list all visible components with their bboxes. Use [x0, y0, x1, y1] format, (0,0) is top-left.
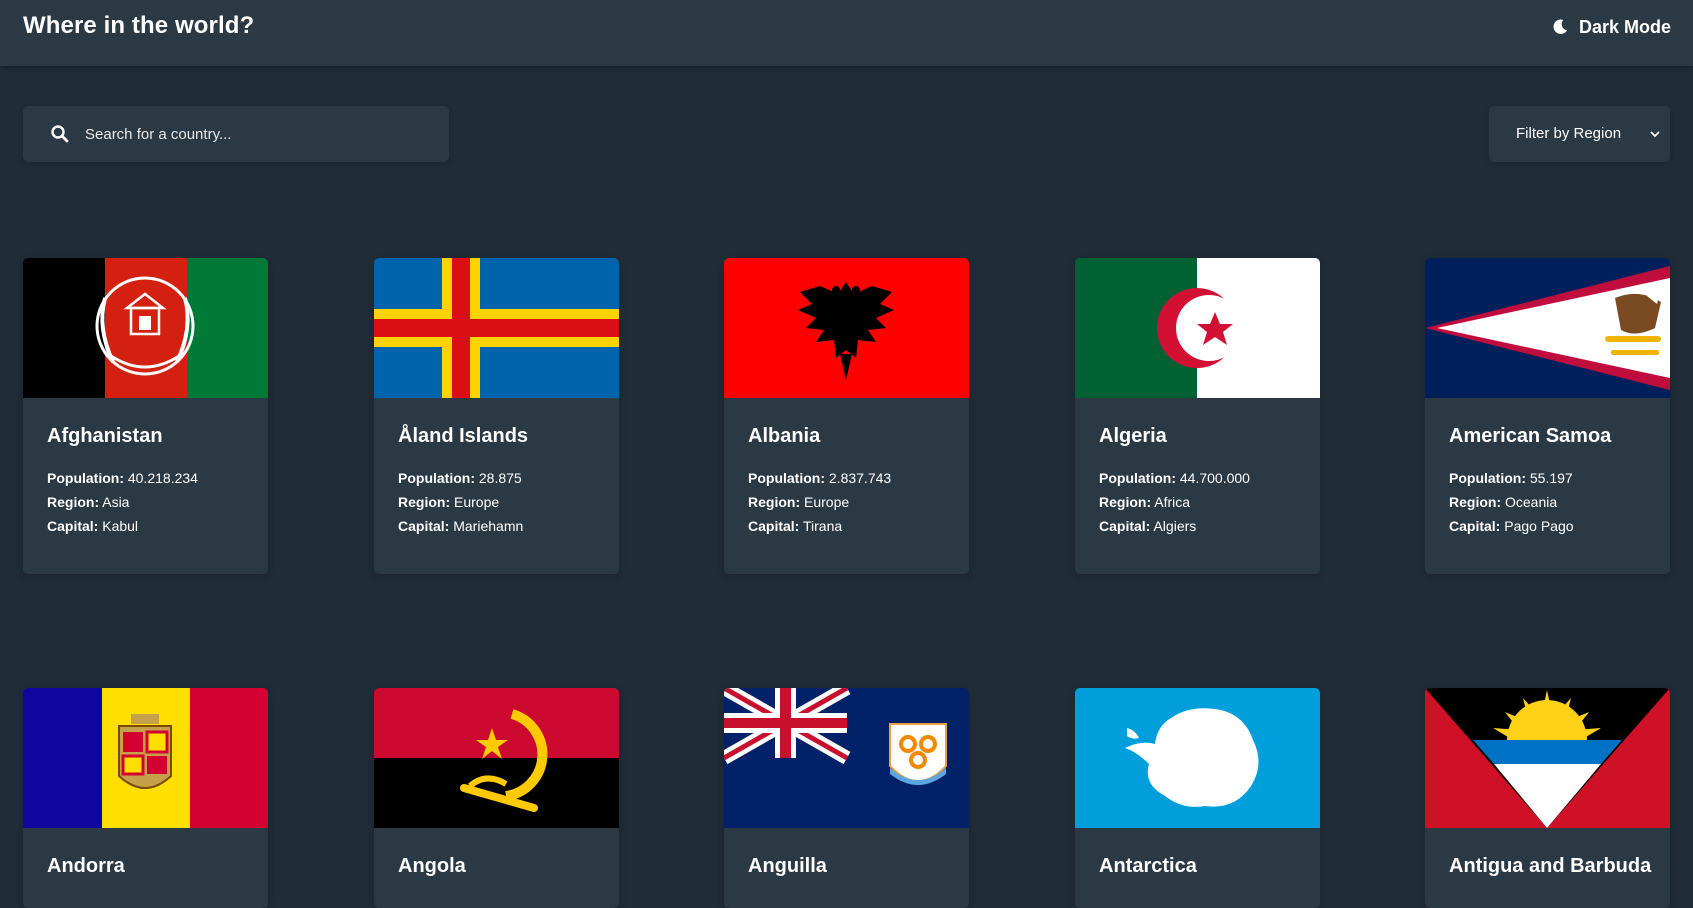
region-label: Region: — [1099, 494, 1152, 510]
dark-mode-toggle[interactable]: Dark Mode — [1551, 15, 1671, 39]
population-value: 28.875 — [478, 470, 522, 486]
population-label: Population: — [398, 470, 475, 486]
country-details: Population: 55.197 Region: Oceania Capit… — [1449, 466, 1574, 538]
flag-image-american-samoa — [1425, 258, 1670, 398]
moon-icon — [1553, 19, 1567, 34]
capital-value: Pago Pago — [1504, 518, 1574, 534]
country-name: Antarctica — [1099, 855, 1197, 877]
population-label: Population: — [1099, 470, 1176, 486]
country-name: Anguilla — [748, 855, 827, 877]
population-value: 55.197 — [1529, 470, 1573, 486]
page-title: Where in the world? — [23, 12, 255, 39]
country-details: Population: 40.218.234 Region: Asia Capi… — [47, 466, 198, 538]
capital-label: Capital: — [1099, 518, 1151, 534]
search-icon — [51, 125, 69, 143]
country-card-andorra[interactable]: Andorra — [23, 688, 268, 908]
population-label: Population: — [1449, 470, 1526, 486]
country-card-angola[interactable]: Angola — [374, 688, 619, 908]
country-card-aland-islands[interactable]: Åland Islands Population: 28.875 Region:… — [374, 258, 619, 574]
country-name: Andorra — [47, 855, 125, 877]
flag-image-albania — [724, 258, 969, 398]
region-value: Europe — [454, 494, 500, 510]
region-label: Region: — [748, 494, 801, 510]
country-card-antigua-and-barbuda[interactable]: Antigua and Barbuda — [1425, 688, 1670, 908]
population-value: 44.700.000 — [1179, 470, 1250, 486]
flag-image-angola — [374, 688, 619, 828]
region-label: Region: — [398, 494, 451, 510]
country-name: Angola — [398, 855, 466, 877]
population-value: 2.837.743 — [828, 470, 892, 486]
population-label: Population: — [748, 470, 825, 486]
flag-image-algeria — [1075, 258, 1320, 398]
search-bar — [23, 106, 449, 162]
country-name: Algeria — [1099, 425, 1167, 447]
country-details: Population: 2.837.743 Region: Europe Cap… — [748, 466, 891, 538]
region-value: Asia — [102, 494, 130, 510]
country-card-albania[interactable]: Albania Population: 2.837.743 Region: Eu… — [724, 258, 969, 574]
flag-image-afghanistan — [23, 258, 268, 398]
country-name: Albania — [748, 425, 821, 447]
flag-image-andorra — [23, 688, 268, 828]
capital-value: Mariehamn — [453, 518, 524, 534]
country-details: Population: 44.700.000 Region: Africa Ca… — [1099, 466, 1250, 538]
capital-value: Kabul — [102, 518, 139, 534]
country-card-afghanistan[interactable]: Afghanistan Population: 40.218.234 Regio… — [23, 258, 268, 574]
country-card-algeria[interactable]: Algeria Population: 44.700.000 Region: A… — [1075, 258, 1320, 574]
population-label: Population: — [47, 470, 124, 486]
capital-label: Capital: — [748, 518, 800, 534]
flag-image-antigua-and-barbuda — [1425, 688, 1670, 828]
region-value: Africa — [1154, 494, 1191, 510]
capital-label: Capital: — [1449, 518, 1501, 534]
app-header: Where in the world? Dark Mode — [0, 0, 1693, 66]
country-card-antarctica[interactable]: Antarctica — [1075, 688, 1320, 908]
region-filter-label: Filter by Region — [1516, 125, 1622, 142]
country-card-anguilla[interactable]: Anguilla — [724, 688, 969, 908]
dark-mode-label: Dark Mode — [1578, 16, 1671, 37]
chevron-down-icon — [1650, 131, 1660, 138]
region-label: Region: — [1449, 494, 1502, 510]
country-name: American Samoa — [1449, 425, 1612, 447]
country-details: Population: 28.875 Region: Europe Capita… — [398, 466, 523, 538]
country-name: Antigua and Barbuda — [1449, 855, 1652, 877]
country-name: Åland Islands — [398, 425, 529, 447]
capital-label: Capital: — [47, 518, 99, 534]
country-name: Afghanistan — [47, 425, 163, 447]
capital-value: Tirana — [802, 518, 843, 534]
population-value: 40.218.234 — [127, 470, 198, 486]
region-label: Region: — [47, 494, 100, 510]
flag-image-antarctica — [1075, 688, 1320, 828]
region-value: Oceania — [1505, 494, 1558, 510]
flag-image-aland-islands — [374, 258, 619, 398]
country-card-american-samoa[interactable]: American Samoa Population: 55.197 Region… — [1425, 258, 1670, 574]
flag-image-anguilla — [724, 688, 969, 828]
region-value: Europe — [804, 494, 850, 510]
capital-label: Capital: — [398, 518, 450, 534]
capital-value: Algiers — [1153, 518, 1197, 534]
search-input[interactable] — [85, 106, 435, 162]
region-filter-select[interactable]: Filter by Region — [1489, 106, 1670, 162]
